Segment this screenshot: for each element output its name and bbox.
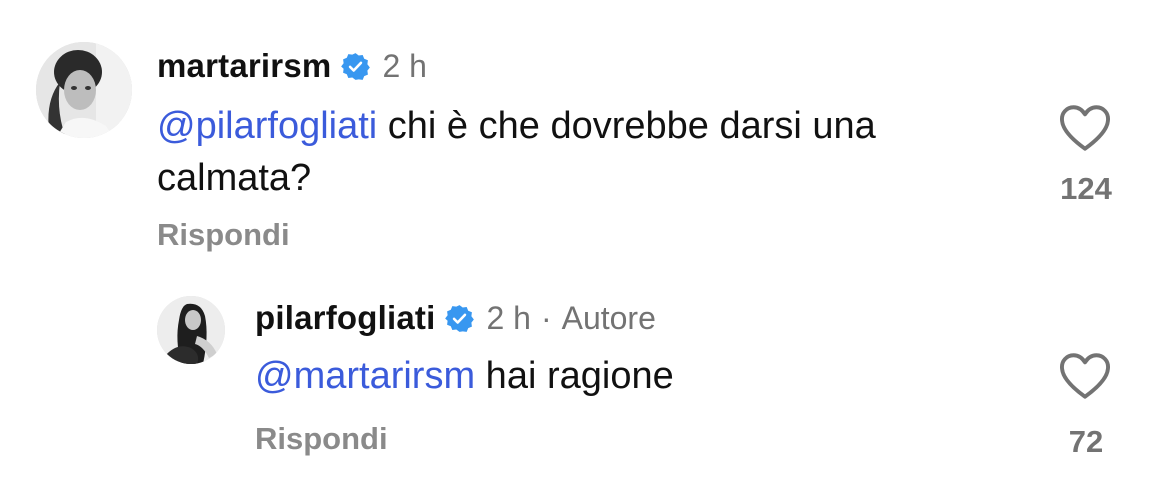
verified-badge-icon xyxy=(445,304,475,333)
avatar-photo xyxy=(36,42,132,138)
like-button[interactable] xyxy=(1058,352,1112,400)
timestamp: 2 h xyxy=(486,299,531,336)
heart-outline-icon xyxy=(1060,353,1110,399)
separator: · xyxy=(540,299,552,336)
avatar[interactable] xyxy=(36,42,132,138)
comment-text: @martarirsm hai ragione xyxy=(255,350,1015,402)
reply-button[interactable]: Rispondi xyxy=(255,421,388,457)
comment-text-line: @pilarfogliati chi è che dovrebbe darsi … xyxy=(157,100,1017,152)
author-label: Autore xyxy=(561,299,656,336)
like-count: 124 xyxy=(1060,171,1112,206)
username[interactable]: pilarfogliati xyxy=(255,299,435,337)
comment-header: martarirsm 2 h xyxy=(157,46,427,86)
mention-link[interactable]: @pilarfogliati xyxy=(157,105,377,147)
username[interactable]: martarirsm xyxy=(157,47,331,85)
comment-header: pilarfogliati 2 h · Autore xyxy=(255,298,656,338)
avatar[interactable] xyxy=(157,296,225,364)
like-button[interactable] xyxy=(1058,104,1112,152)
comment-text-line: @martarirsm hai ragione xyxy=(255,350,1015,402)
comment-body: chi è che dovrebbe darsi una xyxy=(377,105,876,147)
comment-body: hai ragione xyxy=(475,355,674,397)
mention-link[interactable]: @martarirsm xyxy=(255,355,475,397)
comment-text: @pilarfogliati chi è che dovrebbe darsi … xyxy=(157,100,1017,204)
comment-body-continued: calmata? xyxy=(157,157,312,199)
reply-button[interactable]: Rispondi xyxy=(157,217,290,253)
like-count: 72 xyxy=(1068,424,1104,459)
avatar-photo xyxy=(157,296,225,364)
timestamp: 2 h xyxy=(382,47,427,84)
heart-outline-icon xyxy=(1060,105,1110,151)
verified-badge-icon xyxy=(341,52,371,81)
